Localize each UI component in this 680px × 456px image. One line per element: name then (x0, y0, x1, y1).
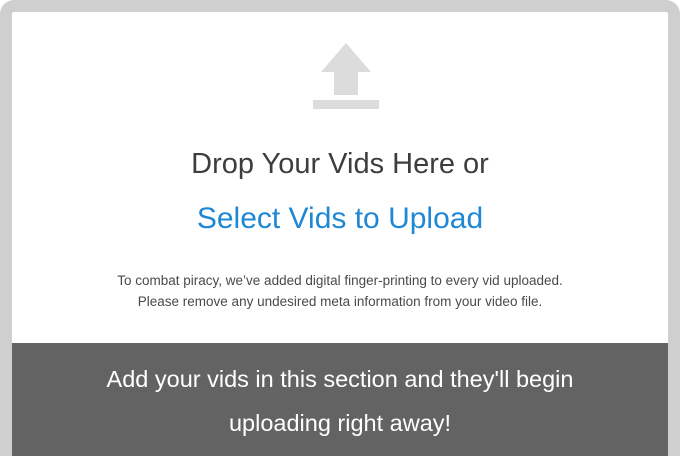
upload-dropzone[interactable]: Drop Your Vids Here or Select Vids to Up… (0, 0, 680, 456)
info-banner-line: uploading right away! (228, 410, 452, 436)
drop-instruction: Drop Your Vids Here or (191, 148, 489, 180)
select-vids-link[interactable]: Select Vids to Upload (12, 198, 668, 240)
info-banner-line: Add your vids in this section and they'l… (106, 366, 574, 392)
piracy-notice-line: To combat piracy, we’ve added digital fi… (117, 273, 563, 288)
piracy-notice-line: Please remove any undesired meta informa… (137, 294, 543, 309)
upload-arrow-icon (313, 43, 379, 109)
info-banner: Add your vids in this section and they'l… (12, 343, 668, 456)
piracy-notice: To combat piracy, we’ve added digital fi… (12, 270, 668, 312)
